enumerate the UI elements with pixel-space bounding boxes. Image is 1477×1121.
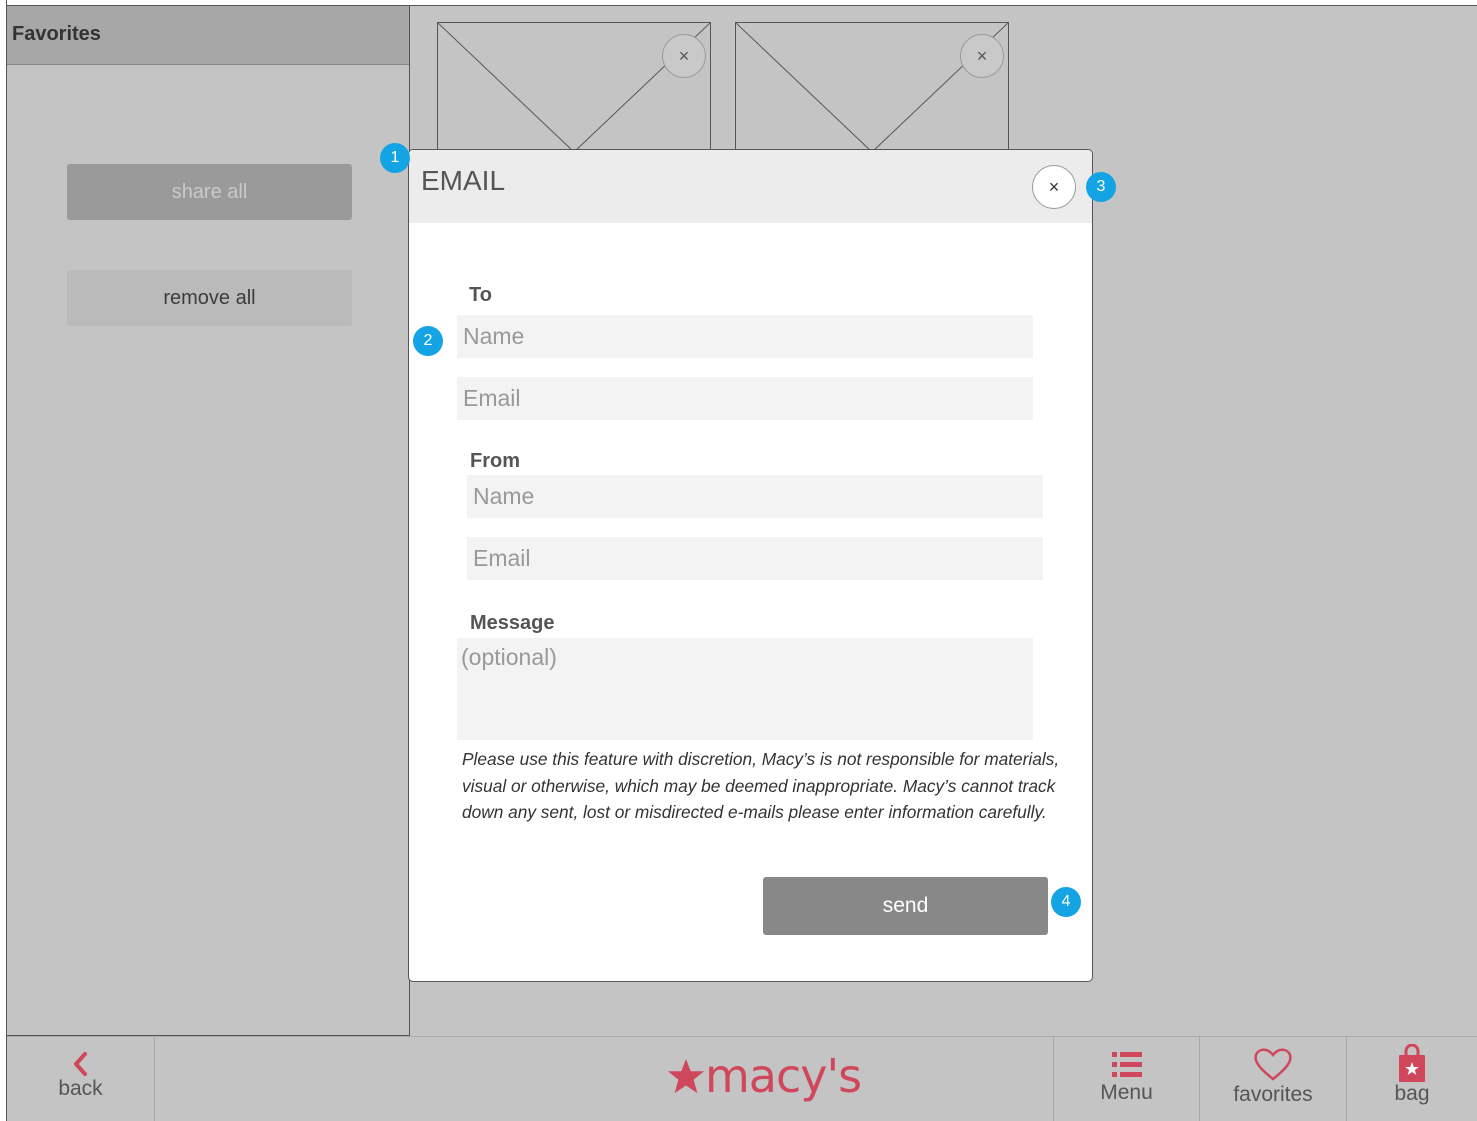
remove-favorite-button[interactable]: × [960, 34, 1004, 78]
list-icon [1111, 1052, 1142, 1077]
bag-label: bag [1394, 1082, 1430, 1105]
heart-icon [1254, 1048, 1292, 1081]
menu-label: Menu [1100, 1081, 1153, 1104]
message-label: Message [470, 612, 555, 634]
window-left-edge [0, 0, 7, 1121]
nav-divider [154, 1037, 155, 1121]
send-button[interactable]: send [763, 877, 1048, 935]
annotation-badge-1: 1 [380, 143, 410, 173]
from-label: From [470, 450, 520, 472]
bottom-nav-bar: back macy's Menu favorites bag [7, 1036, 1477, 1121]
annotation-badge-4: 4 [1051, 887, 1081, 917]
annotation-badge-3: 3 [1086, 172, 1116, 202]
menu-button[interactable]: Menu [1054, 1037, 1199, 1121]
from-name-input[interactable] [467, 475, 1043, 518]
annotation-badge-2: 2 [413, 326, 443, 356]
to-label: To [469, 284, 492, 306]
favorites-label: favorites [1233, 1083, 1313, 1106]
favorites-panel: Favorites share all remove all [7, 6, 410, 1036]
email-dialog: EMAIL × To From Message Please use this … [408, 149, 1093, 982]
star-icon [667, 1058, 705, 1094]
back-label: back [58, 1077, 103, 1100]
close-button[interactable]: × [1032, 165, 1076, 209]
message-textarea[interactable] [457, 638, 1033, 740]
share-all-button[interactable]: share all [67, 164, 352, 220]
to-name-input[interactable] [457, 315, 1033, 358]
bag-button[interactable]: bag [1347, 1037, 1477, 1121]
dialog-title: EMAIL [421, 165, 506, 196]
back-button[interactable]: back [7, 1037, 154, 1121]
remove-all-button[interactable]: remove all [67, 270, 352, 326]
to-email-input[interactable] [457, 377, 1033, 420]
shopping-bag-icon [1399, 1044, 1425, 1082]
dialog-header: EMAIL × [409, 150, 1092, 223]
remove-favorite-button[interactable]: × [662, 34, 706, 78]
chevron-left-icon [73, 1052, 87, 1076]
disclaimer-text: Please use this feature with discretion,… [462, 749, 1060, 822]
favorites-button[interactable]: favorites [1200, 1037, 1346, 1121]
from-email-input[interactable] [467, 537, 1043, 580]
logo-wordmark: macy's [705, 1049, 862, 1103]
macys-logo: macy's [667, 1049, 862, 1103]
panel-title: Favorites [7, 6, 409, 65]
